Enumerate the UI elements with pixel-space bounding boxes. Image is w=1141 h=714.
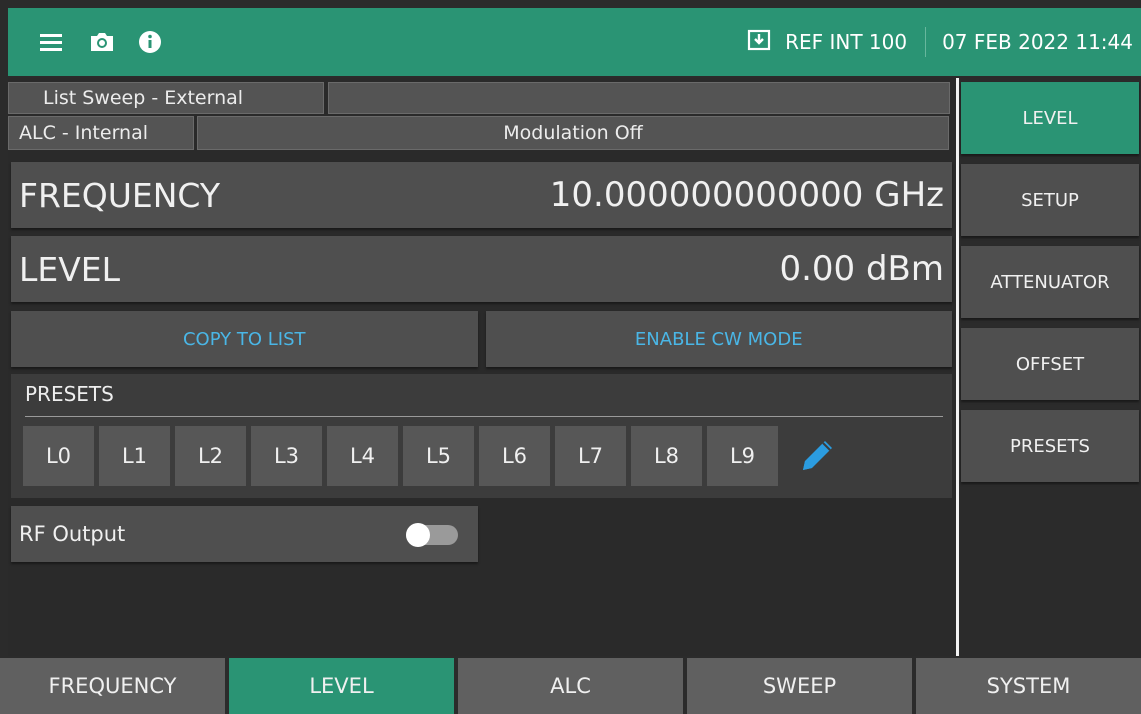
main-panel: List Sweep - External ALC - Internal Mod… xyxy=(8,78,956,656)
panel-divider xyxy=(956,78,959,656)
preset-key-l6[interactable]: L6 xyxy=(479,426,550,486)
date-time: 07 FEB 2022 11:44 xyxy=(942,30,1133,54)
bottom-tabs: FREQUENCY LEVEL ALC SWEEP SYSTEM xyxy=(0,658,1141,714)
preset-key-l2[interactable]: L2 xyxy=(175,426,246,486)
preset-key-l9[interactable]: L9 xyxy=(707,426,778,486)
enable-cw-mode-button[interactable]: ENABLE CW MODE xyxy=(485,311,952,367)
frequency-label: FREQUENCY xyxy=(19,175,221,215)
preset-key-l3[interactable]: L3 xyxy=(251,426,322,486)
menu-icon[interactable] xyxy=(38,31,64,53)
frequency-unit: GHz xyxy=(874,175,944,215)
tab-frequency[interactable]: FREQUENCY xyxy=(0,658,225,714)
preset-key-l8[interactable]: L8 xyxy=(631,426,702,486)
copy-to-list-button[interactable]: COPY TO LIST xyxy=(11,311,478,367)
preset-key-l4[interactable]: L4 xyxy=(327,426,398,486)
frequency-value: 10.000000000000 GHz xyxy=(550,175,944,215)
top-bar: REF INT 100 07 FEB 2022 11:44 xyxy=(8,8,1141,76)
level-field[interactable]: LEVEL 0.00 dBm xyxy=(11,236,952,302)
modulation-status: Modulation Off xyxy=(197,116,949,150)
preset-key-l5[interactable]: L5 xyxy=(403,426,474,486)
presets-panel: PRESETS L0 L1 L2 L3 L4 L5 L6 L7 L8 L9 xyxy=(11,374,952,498)
divider xyxy=(25,416,943,417)
side-menu-offset[interactable]: OFFSET xyxy=(961,328,1139,400)
alc-mode-status: ALC - Internal xyxy=(8,116,194,150)
level-label: LEVEL xyxy=(19,249,121,289)
side-menu: LEVEL SETUP ATTENUATOR OFFSET PRESETS xyxy=(961,82,1141,492)
preset-key-l0[interactable]: L0 xyxy=(23,426,94,486)
side-menu-presets[interactable]: PRESETS xyxy=(961,410,1139,482)
info-icon[interactable] xyxy=(138,30,162,54)
preset-keys: L0 L1 L2 L3 L4 L5 L6 L7 L8 L9 xyxy=(23,426,837,486)
status-row-2: ALC - Internal Modulation Off xyxy=(8,116,949,150)
reference-status: REF INT 100 xyxy=(747,28,925,57)
camera-icon[interactable] xyxy=(88,30,116,54)
rf-output-row: RF Output xyxy=(11,506,478,562)
tab-level[interactable]: LEVEL xyxy=(229,658,454,714)
frequency-number: 10.000000000000 xyxy=(549,175,864,215)
preset-key-l7[interactable]: L7 xyxy=(555,426,626,486)
sweep-mode-status: List Sweep - External xyxy=(8,82,324,114)
level-value: 0.00 dBm xyxy=(779,249,944,289)
rf-output-label: RF Output xyxy=(19,522,126,546)
tab-alc[interactable]: ALC xyxy=(458,658,683,714)
download-icon[interactable] xyxy=(747,28,771,57)
toggle-knob xyxy=(406,523,430,547)
frequency-field[interactable]: FREQUENCY 10.000000000000 GHz xyxy=(11,162,952,228)
action-buttons: COPY TO LIST ENABLE CW MODE xyxy=(11,311,952,367)
tab-system[interactable]: SYSTEM xyxy=(916,658,1141,714)
status-blank xyxy=(328,82,950,114)
side-menu-setup[interactable]: SETUP xyxy=(961,164,1139,236)
ref-label: REF INT 100 xyxy=(785,30,908,54)
level-unit: dBm xyxy=(865,249,944,289)
presets-title: PRESETS xyxy=(25,382,114,406)
side-menu-level[interactable]: LEVEL xyxy=(961,82,1139,154)
tab-sweep[interactable]: SWEEP xyxy=(687,658,912,714)
status-row-1: List Sweep - External xyxy=(8,82,950,114)
edit-pencil-icon[interactable] xyxy=(797,436,837,476)
side-menu-attenuator[interactable]: ATTENUATOR xyxy=(961,246,1139,318)
level-number: 0.00 xyxy=(779,249,856,289)
preset-key-l1[interactable]: L1 xyxy=(99,426,170,486)
rf-output-toggle[interactable] xyxy=(406,523,458,547)
